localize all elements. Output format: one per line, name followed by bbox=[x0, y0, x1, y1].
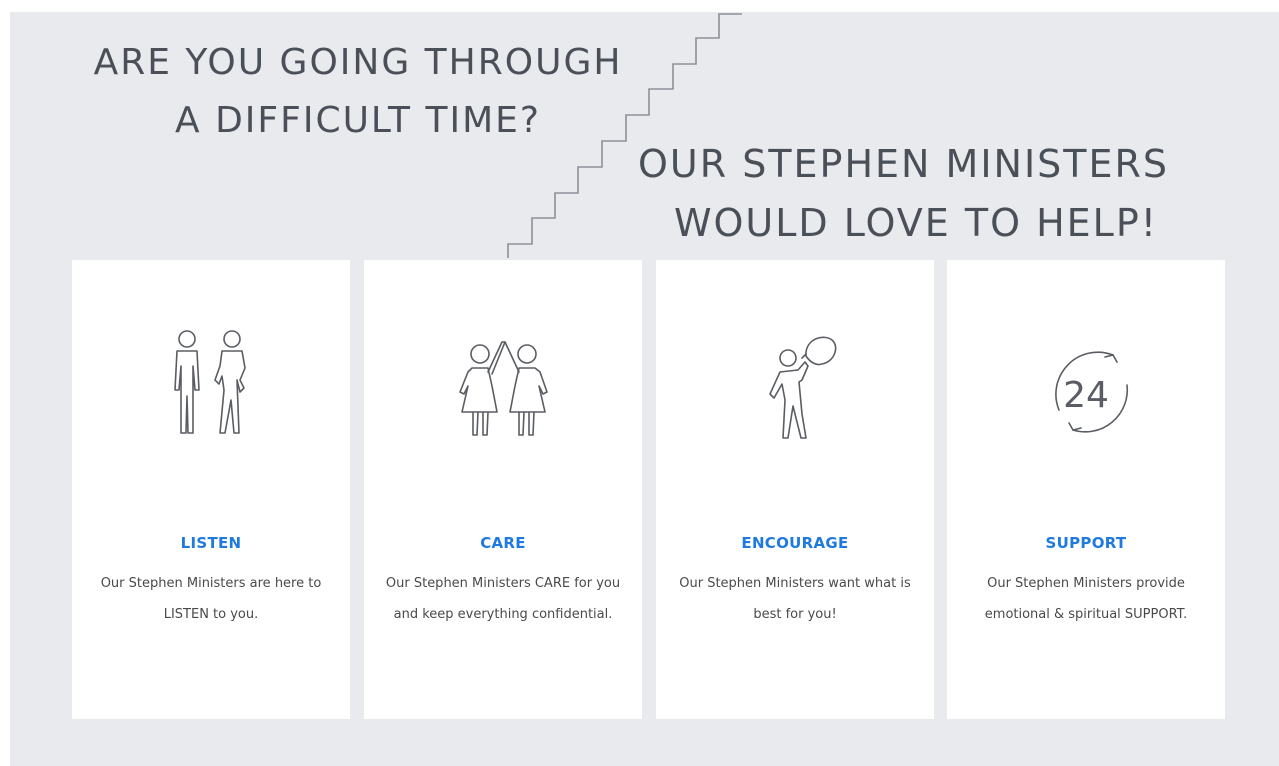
card-care: CARE Our Stephen Ministers CARE for you … bbox=[364, 260, 642, 719]
card-encourage: ENCOURAGE Our Stephen Ministers want wha… bbox=[656, 260, 934, 719]
card-title: CARE bbox=[480, 534, 526, 552]
card-support: 24 SUPPORT Our Stephen Ministers provide… bbox=[947, 260, 1225, 719]
person-carrying-sack-icon bbox=[769, 336, 837, 439]
card-description: Our Stephen Ministers provide emotional … bbox=[984, 576, 1188, 622]
offer-headline: OUR STEPHEN MINISTERS WOULD LOVE TO HELP… bbox=[638, 142, 1170, 245]
offer-headline-line-1: OUR STEPHEN MINISTERS bbox=[638, 142, 1170, 186]
card-title: ENCOURAGE bbox=[741, 534, 849, 552]
24-hours-label: 24 bbox=[1063, 375, 1109, 416]
offer-headline-line-2: WOULD LOVE TO HELP! bbox=[673, 201, 1158, 245]
card-description: Our Stephen Ministers CARE for you and k… bbox=[385, 576, 621, 622]
graphic-canvas: ARE YOU GOING THROUGH A DIFFICULT TIME? … bbox=[10, 12, 1279, 766]
two-people-standing-icon bbox=[174, 330, 246, 434]
24-hours-cycle-icon: 24 bbox=[1055, 351, 1129, 433]
card-title: SUPPORT bbox=[1045, 534, 1127, 552]
card-title: LISTEN bbox=[180, 534, 242, 552]
two-people-high-five-icon bbox=[459, 341, 548, 436]
card-description: Our Stephen Ministers are here to LISTEN… bbox=[100, 576, 322, 622]
card-listen: LISTEN Our Stephen Ministers are here to… bbox=[72, 260, 350, 719]
question-headline-line-1: ARE YOU GOING THROUGH bbox=[93, 42, 623, 83]
card-description: Our Stephen Ministers want what is best … bbox=[679, 576, 911, 622]
question-headline-line-2: A DIFFICULT TIME? bbox=[175, 100, 541, 141]
question-headline: ARE YOU GOING THROUGH A DIFFICULT TIME? bbox=[78, 45, 638, 139]
